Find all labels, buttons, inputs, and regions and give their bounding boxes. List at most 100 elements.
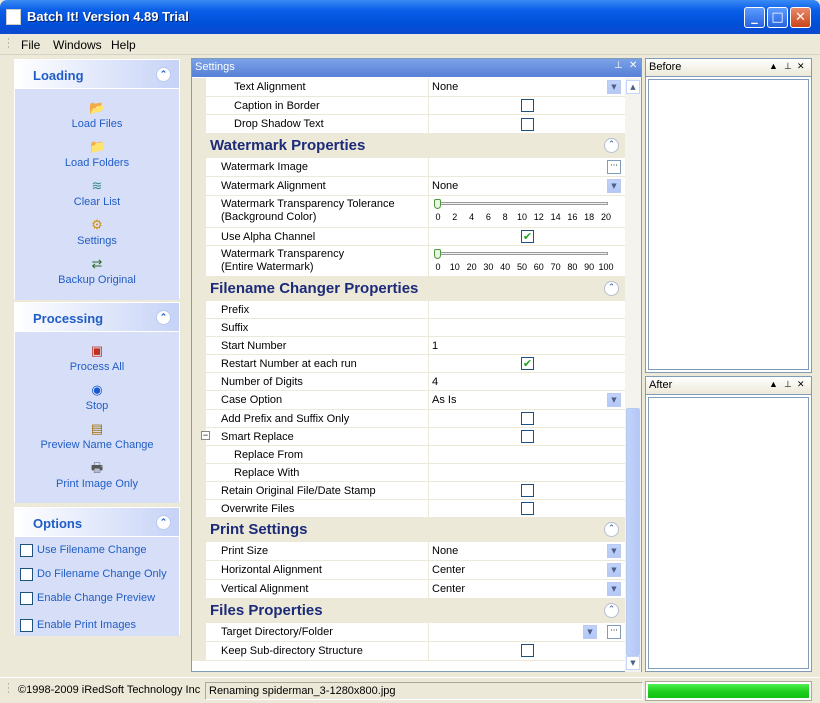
chevron-down-icon[interactable]: ▼ xyxy=(607,563,621,577)
filename-category[interactable]: Filename Changer Properties ⌃ xyxy=(192,277,625,301)
scroll-up-icon[interactable]: ▲ xyxy=(626,80,640,94)
collapse-icon[interactable]: ⌃ xyxy=(156,67,171,82)
property-row[interactable]: Retain Original File/Date Stamp xyxy=(192,482,625,500)
property-row[interactable]: Start Number 1 xyxy=(192,337,625,355)
app-icon[interactable] xyxy=(6,9,21,25)
dropdown-arrow-icon[interactable]: ▲ xyxy=(769,379,778,389)
print-category[interactable]: Print Settings ⌃ xyxy=(192,518,625,542)
property-row[interactable]: Watermark Alignment None ▼ xyxy=(192,177,625,196)
checkbox[interactable] xyxy=(521,99,534,112)
print-image-only-task[interactable]: 🖶 Print Image Only xyxy=(15,457,179,496)
backup-original-task[interactable]: ⇄ Backup Original xyxy=(15,253,179,292)
dropdown-arrow-icon[interactable]: ▲ xyxy=(769,61,778,71)
chevron-down-icon[interactable]: ▼ xyxy=(607,582,621,596)
property-row[interactable]: Add Prefix and Suffix Only xyxy=(192,410,625,428)
property-row[interactable]: Text Alignment None ▼ xyxy=(192,78,625,97)
pin-icon[interactable]: ⊥ xyxy=(784,61,792,72)
property-row[interactable]: Watermark Transparency Tolerance (Backgro… xyxy=(192,196,625,228)
clear-list-task[interactable]: ≋ Clear List xyxy=(15,175,179,214)
checkbox-checked[interactable]: ✔ xyxy=(521,230,534,243)
property-value: None xyxy=(432,81,459,93)
collapse-icon[interactable]: ⌃ xyxy=(604,522,619,537)
browse-icon[interactable]: ··· xyxy=(607,160,621,174)
watermark-category[interactable]: Watermark Properties ⌃ xyxy=(192,134,625,158)
collapse-icon[interactable]: ⌃ xyxy=(604,603,619,618)
close-pane-icon[interactable]: ✕ xyxy=(629,60,637,71)
menu-file[interactable]: File xyxy=(21,38,40,52)
property-row[interactable]: − Smart Replace xyxy=(192,428,625,446)
minimize-button[interactable]: _ xyxy=(744,7,765,28)
slider-thumb[interactable] xyxy=(434,199,441,209)
close-pane-icon[interactable]: ✕ xyxy=(797,61,805,72)
checkbox-checked[interactable]: ✔ xyxy=(521,357,534,370)
collapse-icon[interactable]: ⌃ xyxy=(604,138,619,153)
loading-header[interactable]: Loading ⌃ xyxy=(15,60,179,88)
enable-print-images-option[interactable]: Enable Print Images xyxy=(15,610,179,638)
checkbox[interactable] xyxy=(521,644,534,657)
checkbox[interactable] xyxy=(521,430,534,443)
checkbox[interactable] xyxy=(20,544,33,557)
checkbox[interactable] xyxy=(20,568,33,581)
property-row[interactable]: Print Size None ▼ xyxy=(192,542,625,561)
load-files-task[interactable]: 📂 Load Files xyxy=(15,97,179,136)
checkbox[interactable] xyxy=(521,118,534,131)
chevron-down-icon[interactable]: ▼ xyxy=(607,80,621,94)
close-button[interactable]: ✕ xyxy=(790,7,811,28)
property-row[interactable]: Replace From xyxy=(192,446,625,464)
collapse-icon[interactable]: ⌃ xyxy=(604,281,619,296)
toolbar-grip[interactable]: · · · xyxy=(7,36,10,53)
preview-name-change-task[interactable]: ▤ Preview Name Change xyxy=(15,418,179,457)
menu-help[interactable]: Help xyxy=(111,38,136,52)
property-row[interactable]: Drop Shadow Text xyxy=(192,115,625,134)
chevron-down-icon[interactable]: ▼ xyxy=(607,393,621,407)
property-row[interactable]: Restart Number at each run ✔ xyxy=(192,355,625,373)
chevron-down-icon[interactable]: ▼ xyxy=(607,544,621,558)
scrollbar-thumb[interactable] xyxy=(626,408,640,656)
checkbox[interactable] xyxy=(521,412,534,425)
settings-task[interactable]: ⚙ Settings xyxy=(15,214,179,253)
checkbox[interactable] xyxy=(20,592,33,605)
process-all-task[interactable]: ▣ Process All xyxy=(15,340,179,379)
property-row[interactable]: Keep Sub-directory Structure xyxy=(192,642,625,661)
pin-icon[interactable]: ⊥ xyxy=(784,379,792,390)
property-row[interactable]: Case Option As Is ▼ xyxy=(192,391,625,410)
property-row[interactable]: Vertical Alignment Center ▼ xyxy=(192,580,625,599)
scroll-down-icon[interactable]: ▼ xyxy=(626,656,640,670)
files-category[interactable]: Files Properties ⌃ xyxy=(192,599,625,623)
property-row[interactable]: Use Alpha Channel ✔ xyxy=(192,228,625,246)
property-row[interactable]: Watermark Transparency (Entire Watermark)… xyxy=(192,246,625,277)
load-folders-task[interactable]: 📁 Load Folders xyxy=(15,136,179,175)
menu-windows[interactable]: Windows xyxy=(53,38,102,52)
property-row[interactable]: Horizontal Alignment Center ▼ xyxy=(192,561,625,580)
use-filename-change-option[interactable]: Use Filename Change xyxy=(15,538,179,562)
chevron-down-icon[interactable]: ▼ xyxy=(583,625,597,639)
property-row[interactable]: Number of Digits 4 xyxy=(192,373,625,391)
property-row[interactable]: Replace With xyxy=(192,464,625,482)
collapse-tree-icon[interactable]: − xyxy=(201,431,210,440)
property-row[interactable]: Overwrite Files xyxy=(192,500,625,518)
enable-change-preview-option[interactable]: Enable Change Preview xyxy=(15,586,179,610)
property-row[interactable]: Prefix xyxy=(192,301,625,319)
collapse-icon[interactable]: ⌃ xyxy=(156,310,171,325)
property-row[interactable]: Watermark Image ··· xyxy=(192,158,625,177)
property-row[interactable]: Caption in Border xyxy=(192,97,625,115)
checkbox[interactable] xyxy=(521,484,534,497)
browse-icon[interactable]: ··· xyxy=(607,625,621,639)
property-row[interactable]: Target Directory/Folder ▼ ··· xyxy=(192,623,625,642)
vertical-scrollbar[interactable]: ▲ ▼ xyxy=(625,78,641,672)
chevron-down-icon[interactable]: ▼ xyxy=(607,179,621,193)
checkbox[interactable] xyxy=(521,502,534,515)
stop-task[interactable]: ◉ Stop xyxy=(15,379,179,418)
options-header[interactable]: Options ⌃ xyxy=(15,508,179,536)
maximize-button[interactable]: □ xyxy=(767,7,788,28)
transparency-slider[interactable]: 0 10 20 30 40 50 60 70 80 90 100 xyxy=(434,249,614,277)
do-filename-change-only-option[interactable]: Do Filename Change Only xyxy=(15,562,179,586)
checkbox[interactable] xyxy=(20,619,33,632)
tolerance-slider[interactable]: 0 2 4 6 8 10 12 14 16 18 20 xyxy=(434,199,611,227)
property-row[interactable]: Suffix xyxy=(192,319,625,337)
pin-icon[interactable]: ⊥ xyxy=(614,60,623,71)
collapse-icon[interactable]: ⌃ xyxy=(156,515,171,530)
processing-header[interactable]: Processing ⌃ xyxy=(15,303,179,331)
slider-thumb[interactable] xyxy=(434,249,441,259)
close-pane-icon[interactable]: ✕ xyxy=(797,379,805,390)
